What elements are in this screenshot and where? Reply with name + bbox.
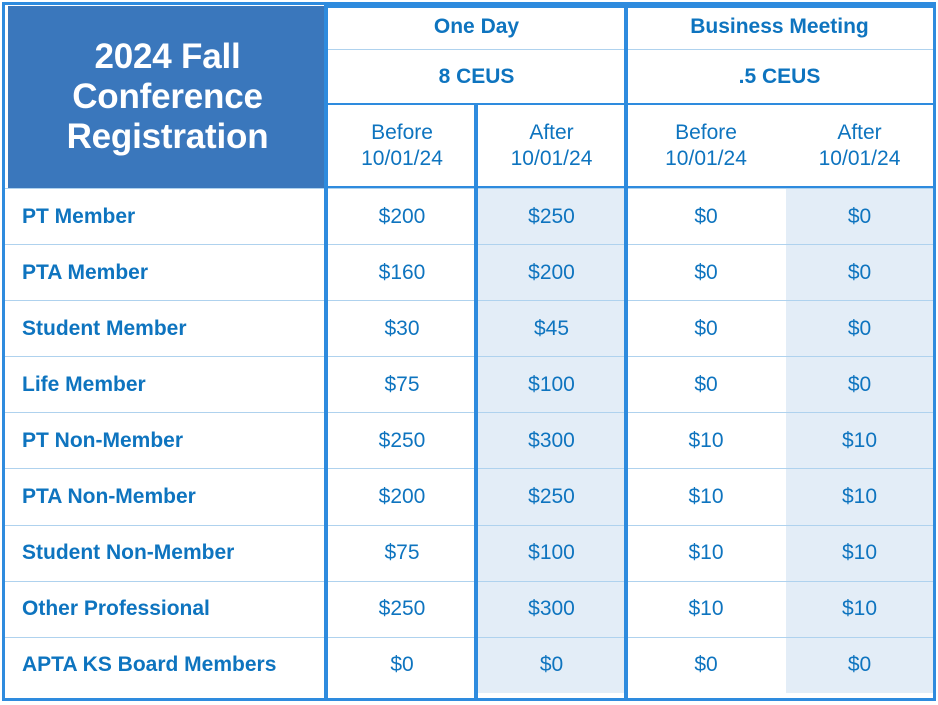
page-title: 2024 Fall Conference Registration [8, 6, 327, 188]
subheader-date: 10/01/24 [665, 146, 747, 170]
table-cell: $250 [327, 580, 477, 637]
table-cell: $30 [327, 300, 477, 356]
table-cell: $0 [626, 636, 786, 693]
table-cell: $0 [626, 244, 786, 300]
column-group-header-business-meeting: Business Meeting [626, 5, 933, 50]
column-group-header-one-day: One Day [327, 5, 626, 50]
column-header-business-meeting-before: Before 10/01/24 [626, 105, 786, 188]
column-header-one-day-after: After 10/01/24 [477, 105, 626, 188]
table-cell: $45 [477, 300, 626, 357]
table-row-label: PTA Member [5, 244, 327, 300]
table-cell: $0 [786, 244, 933, 301]
ceus-label: 8 CEUS [438, 64, 515, 88]
table-row-label: PTA Non-Member [5, 468, 327, 524]
column-group-label: Business Meeting [690, 15, 869, 38]
column-group-label: One Day [433, 15, 520, 38]
subheader-when: After [837, 120, 882, 144]
table-cell: $200 [327, 188, 477, 244]
table-cell: $10 [626, 524, 786, 581]
subheader-when: After [529, 120, 574, 144]
subheader-when: Before [675, 120, 737, 144]
table-cell: $250 [477, 188, 626, 245]
table-cell: $10 [786, 468, 933, 525]
table-cell: $100 [477, 356, 626, 413]
table-cell: $0 [786, 300, 933, 357]
table-cell: $10 [626, 468, 786, 524]
table-row-label: PT Member [5, 188, 327, 244]
table-row-label: PT Non-Member [5, 412, 327, 468]
table-cell: $10 [786, 412, 933, 469]
table-row-label: APTA KS Board Members [5, 636, 327, 693]
table-cell: $0 [327, 636, 477, 693]
subheader-when: Before [371, 120, 433, 144]
table-row-label: Other Professional [5, 580, 327, 637]
table-cell: $300 [477, 580, 626, 637]
table-cell: $0 [786, 356, 933, 413]
table-cell: $10 [626, 580, 786, 637]
table-cell: $200 [477, 244, 626, 301]
table-cell: $10 [786, 580, 933, 637]
table-grid: 2024 Fall Conference Registration One Da… [5, 5, 933, 698]
table-cell: $75 [327, 524, 477, 581]
subheader-date: 10/01/24 [361, 146, 443, 170]
table-cell: $10 [626, 412, 786, 468]
column-header-one-day-before: Before 10/01/24 [327, 105, 477, 188]
column-group-ceus-business-meeting: .5 CEUS [626, 50, 933, 105]
table-row-label: Life Member [5, 356, 327, 412]
table-cell: $10 [786, 524, 933, 581]
table-cell: $0 [626, 300, 786, 356]
table-cell: $250 [477, 468, 626, 525]
table-cell: $300 [477, 412, 626, 469]
table-cell: $0 [786, 636, 933, 693]
table-cell: $0 [786, 188, 933, 245]
table-cell: $0 [626, 356, 786, 412]
registration-pricing-table: 2024 Fall Conference Registration One Da… [2, 2, 936, 701]
subheader-date: 10/01/24 [818, 146, 901, 170]
title-line-1: 2024 Fall [94, 37, 241, 77]
table-cell: $75 [327, 356, 477, 412]
table-cell: $0 [477, 636, 626, 693]
ceus-label: .5 CEUS [738, 64, 821, 88]
subheader-date: 10/01/24 [510, 146, 593, 170]
table-cell: $250 [327, 412, 477, 468]
table-cell: $200 [327, 468, 477, 524]
table-cell: $100 [477, 524, 626, 581]
column-header-business-meeting-after: After 10/01/24 [786, 105, 933, 188]
table-row-label: Student Non-Member [5, 524, 327, 581]
title-line-3: Registration [66, 116, 269, 156]
table-cell: $160 [327, 244, 477, 300]
column-group-ceus-one-day: 8 CEUS [327, 50, 626, 105]
table-row-label: Student Member [5, 300, 327, 356]
title-line-2: Conference [72, 77, 263, 117]
table-cell: $0 [626, 188, 786, 244]
